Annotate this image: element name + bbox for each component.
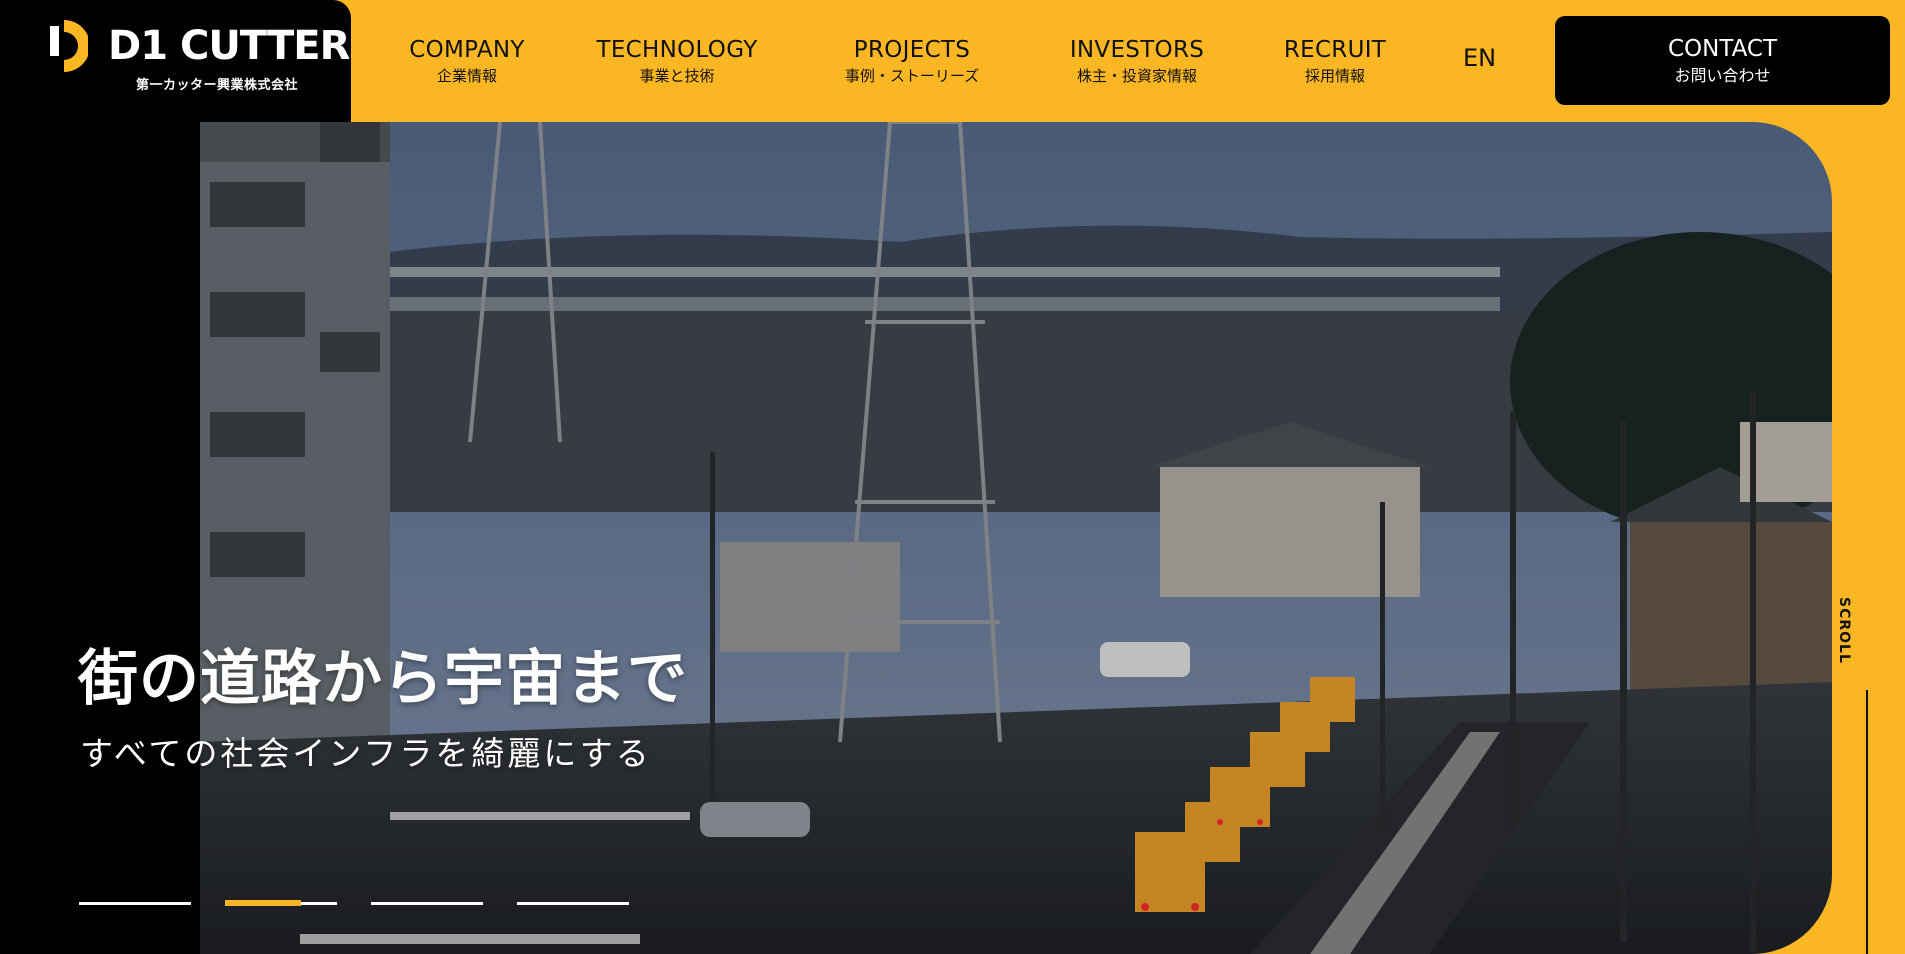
- language-switch[interactable]: EN: [1463, 44, 1496, 72]
- nav-label-ja: 企業情報: [436, 67, 497, 85]
- hero-left-panel: [0, 122, 200, 954]
- slide-indicator-3[interactable]: [371, 902, 483, 905]
- d1-logo-icon: [50, 20, 88, 72]
- slide-indicator-2[interactable]: [225, 900, 337, 906]
- nav-label-ja: 採用情報: [1304, 67, 1365, 85]
- contact-label-ja: お問い合わせ: [1674, 65, 1771, 85]
- slide-indicator-4[interactable]: [517, 902, 629, 905]
- slide-indicator-1[interactable]: [79, 902, 191, 905]
- nav-item-company[interactable]: COMPANY 企業情報: [409, 0, 525, 122]
- nav-label-en: RECRUIT: [1283, 37, 1387, 63]
- nav-label-ja: 事業と技術: [639, 67, 715, 85]
- site-header: D1 CUTTER 第一カッター興業株式会社 COMPANY 企業情報 TECH…: [0, 0, 1905, 122]
- slide-indicators: [79, 900, 629, 906]
- logo-link[interactable]: D1 CUTTER 第一カッター興業株式会社: [0, 0, 351, 122]
- hero-subline: すべての社会インフラを綺麗にする: [80, 734, 652, 773]
- scroll-line: [1866, 690, 1868, 954]
- slide-progress-fill: [225, 900, 302, 906]
- hero-image: [200, 122, 1832, 954]
- nav-item-investors[interactable]: INVESTORS 株主・投資家情報: [1062, 0, 1212, 122]
- hero-photo-dusk-road: [200, 122, 1832, 954]
- hero-headline: 街の道路から宇宙まで: [78, 644, 688, 714]
- brand-name: D1 CUTTER: [108, 23, 350, 69]
- nav-label-ja: 事例・ストーリーズ: [844, 67, 980, 85]
- nav-item-technology[interactable]: TECHNOLOGY 事業と技術: [596, 0, 758, 122]
- scroll-label[interactable]: SCROLL: [1836, 597, 1852, 664]
- nav-label-en: PROJECTS: [853, 37, 971, 63]
- brand-subtitle: 第一カッター興業株式会社: [136, 78, 299, 93]
- contact-button[interactable]: CONTACT お問い合わせ: [1555, 16, 1890, 105]
- nav-item-projects[interactable]: PROJECTS 事例・ストーリーズ: [828, 0, 996, 122]
- nav-label-en: TECHNOLOGY: [596, 37, 758, 63]
- nav-item-recruit[interactable]: RECRUIT 採用情報: [1280, 0, 1390, 122]
- contact-label-en: CONTACT: [1667, 35, 1778, 62]
- nav-label-en: INVESTORS: [1069, 37, 1205, 63]
- nav-label-en: COMPANY: [409, 37, 525, 63]
- nav-label-ja: 株主・投資家情報: [1076, 67, 1197, 85]
